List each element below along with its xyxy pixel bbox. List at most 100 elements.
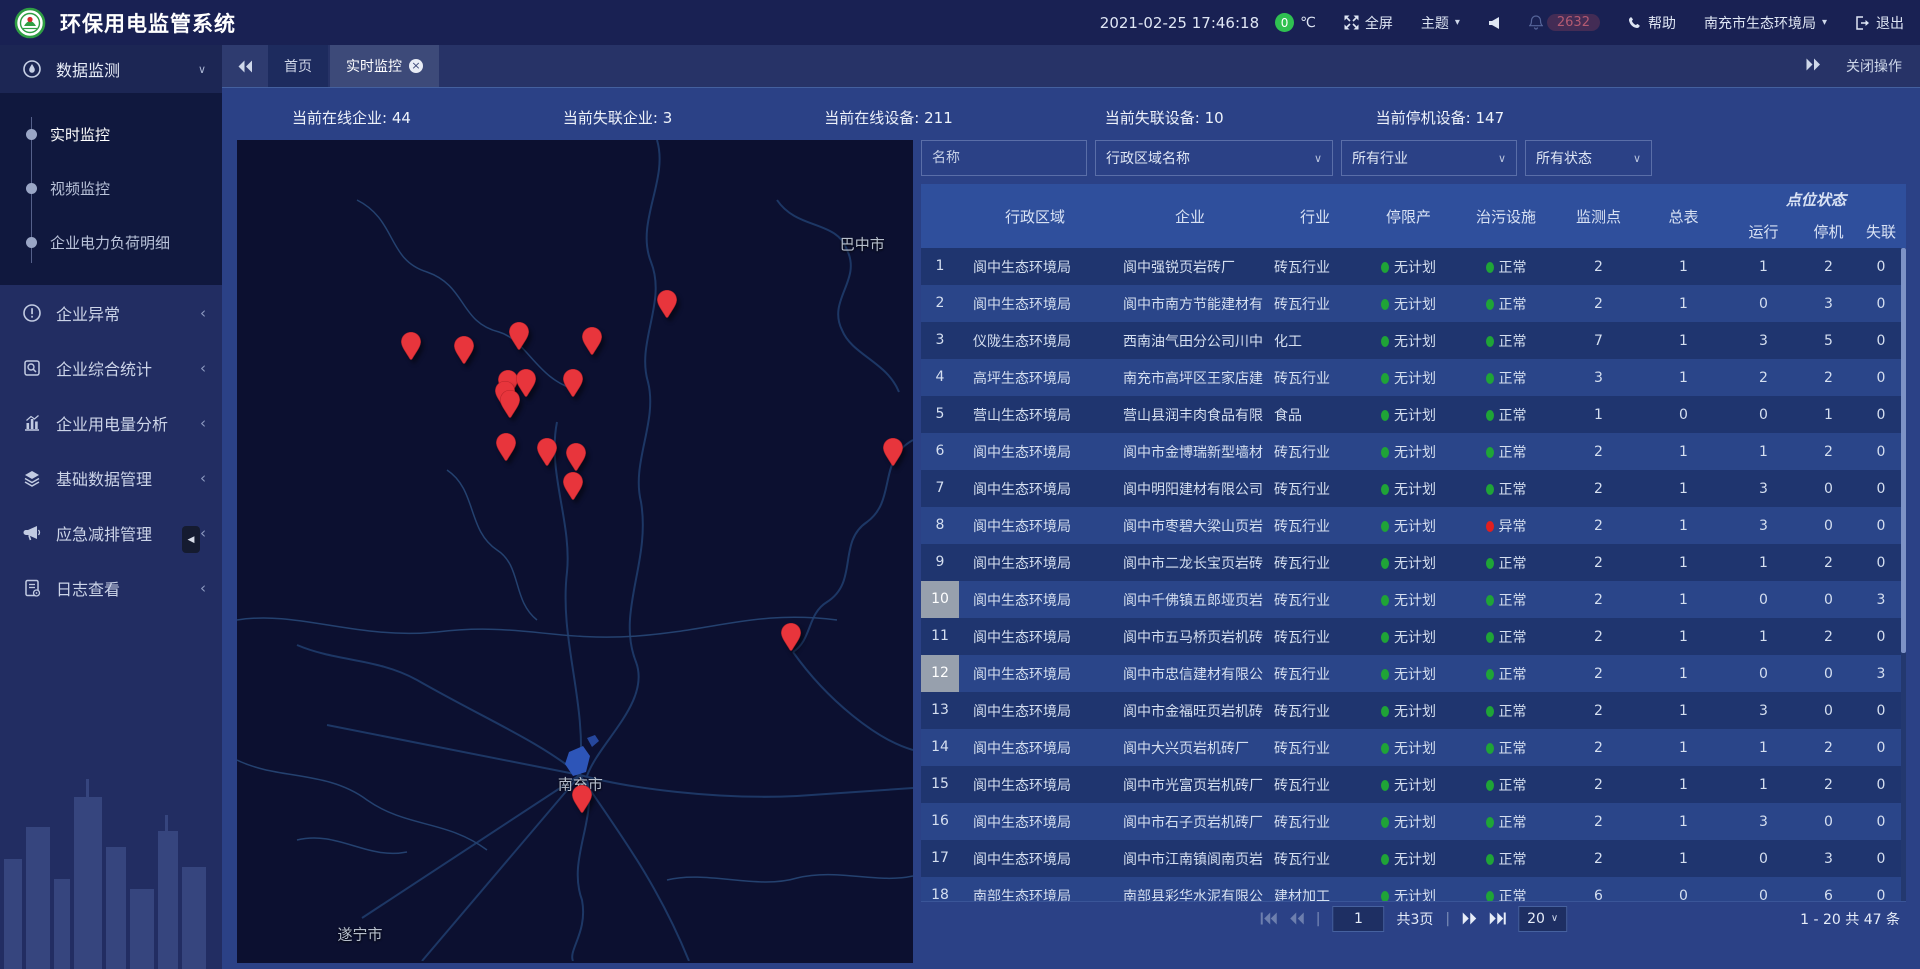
table-scrollbar[interactable] (1901, 248, 1906, 901)
table-row[interactable]: 13阆中生态环境局阆中市金福旺页岩机砖砖瓦行业无计划正常21300 (921, 692, 1906, 729)
map-pin-icon[interactable] (571, 784, 593, 814)
map-pin-icon[interactable] (562, 471, 584, 501)
map-pin-icon[interactable] (400, 331, 422, 361)
column-header: 行政区域 (959, 184, 1111, 248)
first-page-button[interactable] (1260, 912, 1277, 925)
map-pin-icon[interactable] (656, 289, 678, 319)
table-row[interactable]: 14阆中生态环境局阆中大兴页岩机砖厂砖瓦行业无计划正常21120 (921, 729, 1906, 766)
tab-close-icon[interactable]: × (409, 59, 423, 73)
sidebar-collapse-button[interactable]: ◀ (182, 526, 200, 553)
sidebar-item-企业异常[interactable]: 企业异常‹ (0, 285, 222, 340)
table-row[interactable]: 12阆中生态环境局阆中市忠信建材有限公砖瓦行业无计划正常21003 (921, 655, 1906, 692)
help-button[interactable]: 帮助 (1628, 13, 1676, 33)
cell-running: 0 (1726, 296, 1801, 312)
sidebar-item-企业用电量分析[interactable]: 企业用电量分析‹ (0, 395, 222, 450)
tab-realtime-monitoring[interactable]: 实时监控 × (330, 45, 439, 87)
table-row[interactable]: 3仪陇生态环境局西南油气田分公司川中化工无计划正常71350 (921, 322, 1906, 359)
notifications-button[interactable]: 2632 (1529, 14, 1600, 31)
cell-total-meters: 1 (1641, 740, 1726, 756)
table-row[interactable]: 9阆中生态环境局阆中市二龙长宝页岩砖砖瓦行业无计划正常21120 (921, 544, 1906, 581)
sidebar-item-基础数据管理[interactable]: 基础数据管理‹ (0, 450, 222, 505)
map-pin-icon[interactable] (780, 622, 802, 652)
cell-running: 1 (1726, 740, 1801, 756)
table-row[interactable]: 2阆中生态环境局阆中市南方节能建材有砖瓦行业无计划正常21030 (921, 285, 1906, 322)
map-pin-icon[interactable] (565, 442, 587, 472)
tabs-scroll-right-button[interactable] (1806, 58, 1822, 75)
status-select[interactable]: 所有状态 ∨ (1525, 140, 1652, 176)
cell-region: 阆中生态环境局 (959, 516, 1111, 536)
map[interactable]: 巴中市南充市遂宁市 (237, 140, 913, 963)
map-pin-icon[interactable] (581, 326, 603, 356)
map-pin-icon[interactable] (536, 437, 558, 467)
org-dropdown[interactable]: 南充市生态环境局 ▾ (1704, 13, 1827, 33)
last-page-button[interactable] (1489, 912, 1506, 925)
column-header: 失联 (1856, 215, 1906, 248)
cell-company: 阆中市光富页岩机砖厂 (1111, 775, 1269, 795)
table-row[interactable]: 17阆中生态环境局阆中市江南镇阆南页岩砖瓦行业无计划正常21030 (921, 840, 1906, 877)
status-dot (1381, 558, 1389, 569)
sidebar-item-label: 企业异常 (56, 301, 120, 325)
sidebar-subitem[interactable]: 企业电力负荷明细 (0, 215, 222, 269)
cell-stopped: 0 (1801, 518, 1856, 534)
table-row[interactable]: 10阆中生态环境局阆中千佛镇五郎垭页岩砖瓦行业无计划正常21003 (921, 581, 1906, 618)
cell-facility-status: 正常 (1456, 627, 1556, 647)
tab-home[interactable]: 首页 (268, 45, 328, 87)
sidebar-item-label: 应急减排管理 (56, 521, 152, 545)
bar-chart-icon (22, 413, 42, 433)
content-area: 首页 实时监控 × 关闭操作 当前在线企业: 44当前失联企业: 3当前在线设备… (222, 45, 1920, 969)
cell-disconnected: 0 (1856, 481, 1906, 497)
map-pin-icon[interactable] (562, 368, 584, 398)
cell-region: 阆中生态环境局 (959, 701, 1111, 721)
map-pin-icon[interactable] (499, 389, 521, 419)
logout-button[interactable]: 退出 (1855, 13, 1904, 33)
sidebar-subitem[interactable]: 视频监控 (0, 161, 222, 215)
page-title: 环保用电监管系统 (60, 8, 236, 38)
table-row[interactable]: 8阆中生态环境局阆中市枣碧大梁山页岩砖瓦行业无计划异常21300 (921, 507, 1906, 544)
table-row[interactable]: 1阆中生态环境局阆中强锐页岩砖厂砖瓦行业无计划正常21120 (921, 248, 1906, 285)
table-row[interactable]: 7阆中生态环境局阆中明阳建材有限公司砖瓦行业无计划正常21300 (921, 470, 1906, 507)
page-number-input[interactable]: 1 (1332, 906, 1384, 932)
map-pin-icon[interactable] (508, 321, 530, 351)
theme-dropdown[interactable]: 主题 ▾ (1421, 13, 1460, 33)
table-row[interactable]: 15阆中生态环境局阆中市光富页岩机砖厂砖瓦行业无计划正常21120 (921, 766, 1906, 803)
cell-industry: 建材加工 (1269, 886, 1361, 902)
sidebar-item-企业综合统计[interactable]: 企业综合统计‹ (0, 340, 222, 395)
chevron-down-icon: ∨ (198, 63, 206, 76)
status-dot (1381, 669, 1389, 680)
industry-select[interactable]: 所有行业 ∨ (1341, 140, 1517, 176)
page-size-select[interactable]: 20 ∨ (1518, 906, 1567, 932)
sidebar-subitem[interactable]: 实时监控 (0, 107, 222, 161)
map-pin-icon[interactable] (882, 437, 904, 467)
table-row[interactable]: 16阆中生态环境局阆中市石子页岩机砖厂砖瓦行业无计划正常21300 (921, 803, 1906, 840)
cell-total-meters: 1 (1641, 481, 1726, 497)
prev-page-button[interactable] (1289, 912, 1304, 925)
next-page-button[interactable] (1462, 912, 1477, 925)
fullscreen-button[interactable]: 全屏 (1344, 13, 1393, 33)
table-row[interactable]: 18南部生态环境局南部县彩华水泥有限公建材加工无计划正常60060 (921, 877, 1906, 901)
table-row[interactable]: 6阆中生态环境局阆中市金博瑞新型墙材砖瓦行业无计划正常21120 (921, 433, 1906, 470)
cell-region: 阆中生态环境局 (959, 775, 1111, 795)
column-header: 监测点 (1556, 184, 1641, 248)
sidebar-item-日志查看[interactable]: 日志查看‹ (0, 560, 222, 615)
tabs-scroll-left-button[interactable] (222, 45, 268, 87)
table-row[interactable]: 11阆中生态环境局阆中市五马桥页岩机砖砖瓦行业无计划正常21120 (921, 618, 1906, 655)
sidebar-group-data-monitoring[interactable]: 数据监测 ∨ (0, 45, 222, 93)
map-pin-icon[interactable] (453, 335, 475, 365)
table-row[interactable]: 4高坪生态环境局南充市高坪区王家店建砖瓦行业无计划正常31220 (921, 359, 1906, 396)
cell-running: 1 (1726, 259, 1801, 275)
status-dot (1381, 484, 1389, 495)
bullet-dot-icon (26, 183, 37, 194)
separator: | (1445, 911, 1450, 927)
data-monitoring-icon (22, 59, 42, 79)
cell-limit-status: 无计划 (1361, 331, 1456, 351)
cell-industry: 砖瓦行业 (1269, 516, 1361, 536)
mute-button[interactable] (1488, 16, 1501, 30)
close-operations-button[interactable]: 关闭操作 (1846, 56, 1902, 76)
cell-total-meters: 1 (1641, 370, 1726, 386)
table-row[interactable]: 5营山生态环境局营山县润丰肉食品有限食品无计划正常10010 (921, 396, 1906, 433)
map-pin-icon[interactable] (495, 432, 517, 462)
cell-stopped: 0 (1801, 814, 1856, 830)
column-header: 停机 (1801, 215, 1856, 248)
name-search-input[interactable] (921, 140, 1087, 176)
region-select[interactable]: 行政区域名称 ∨ (1095, 140, 1333, 176)
